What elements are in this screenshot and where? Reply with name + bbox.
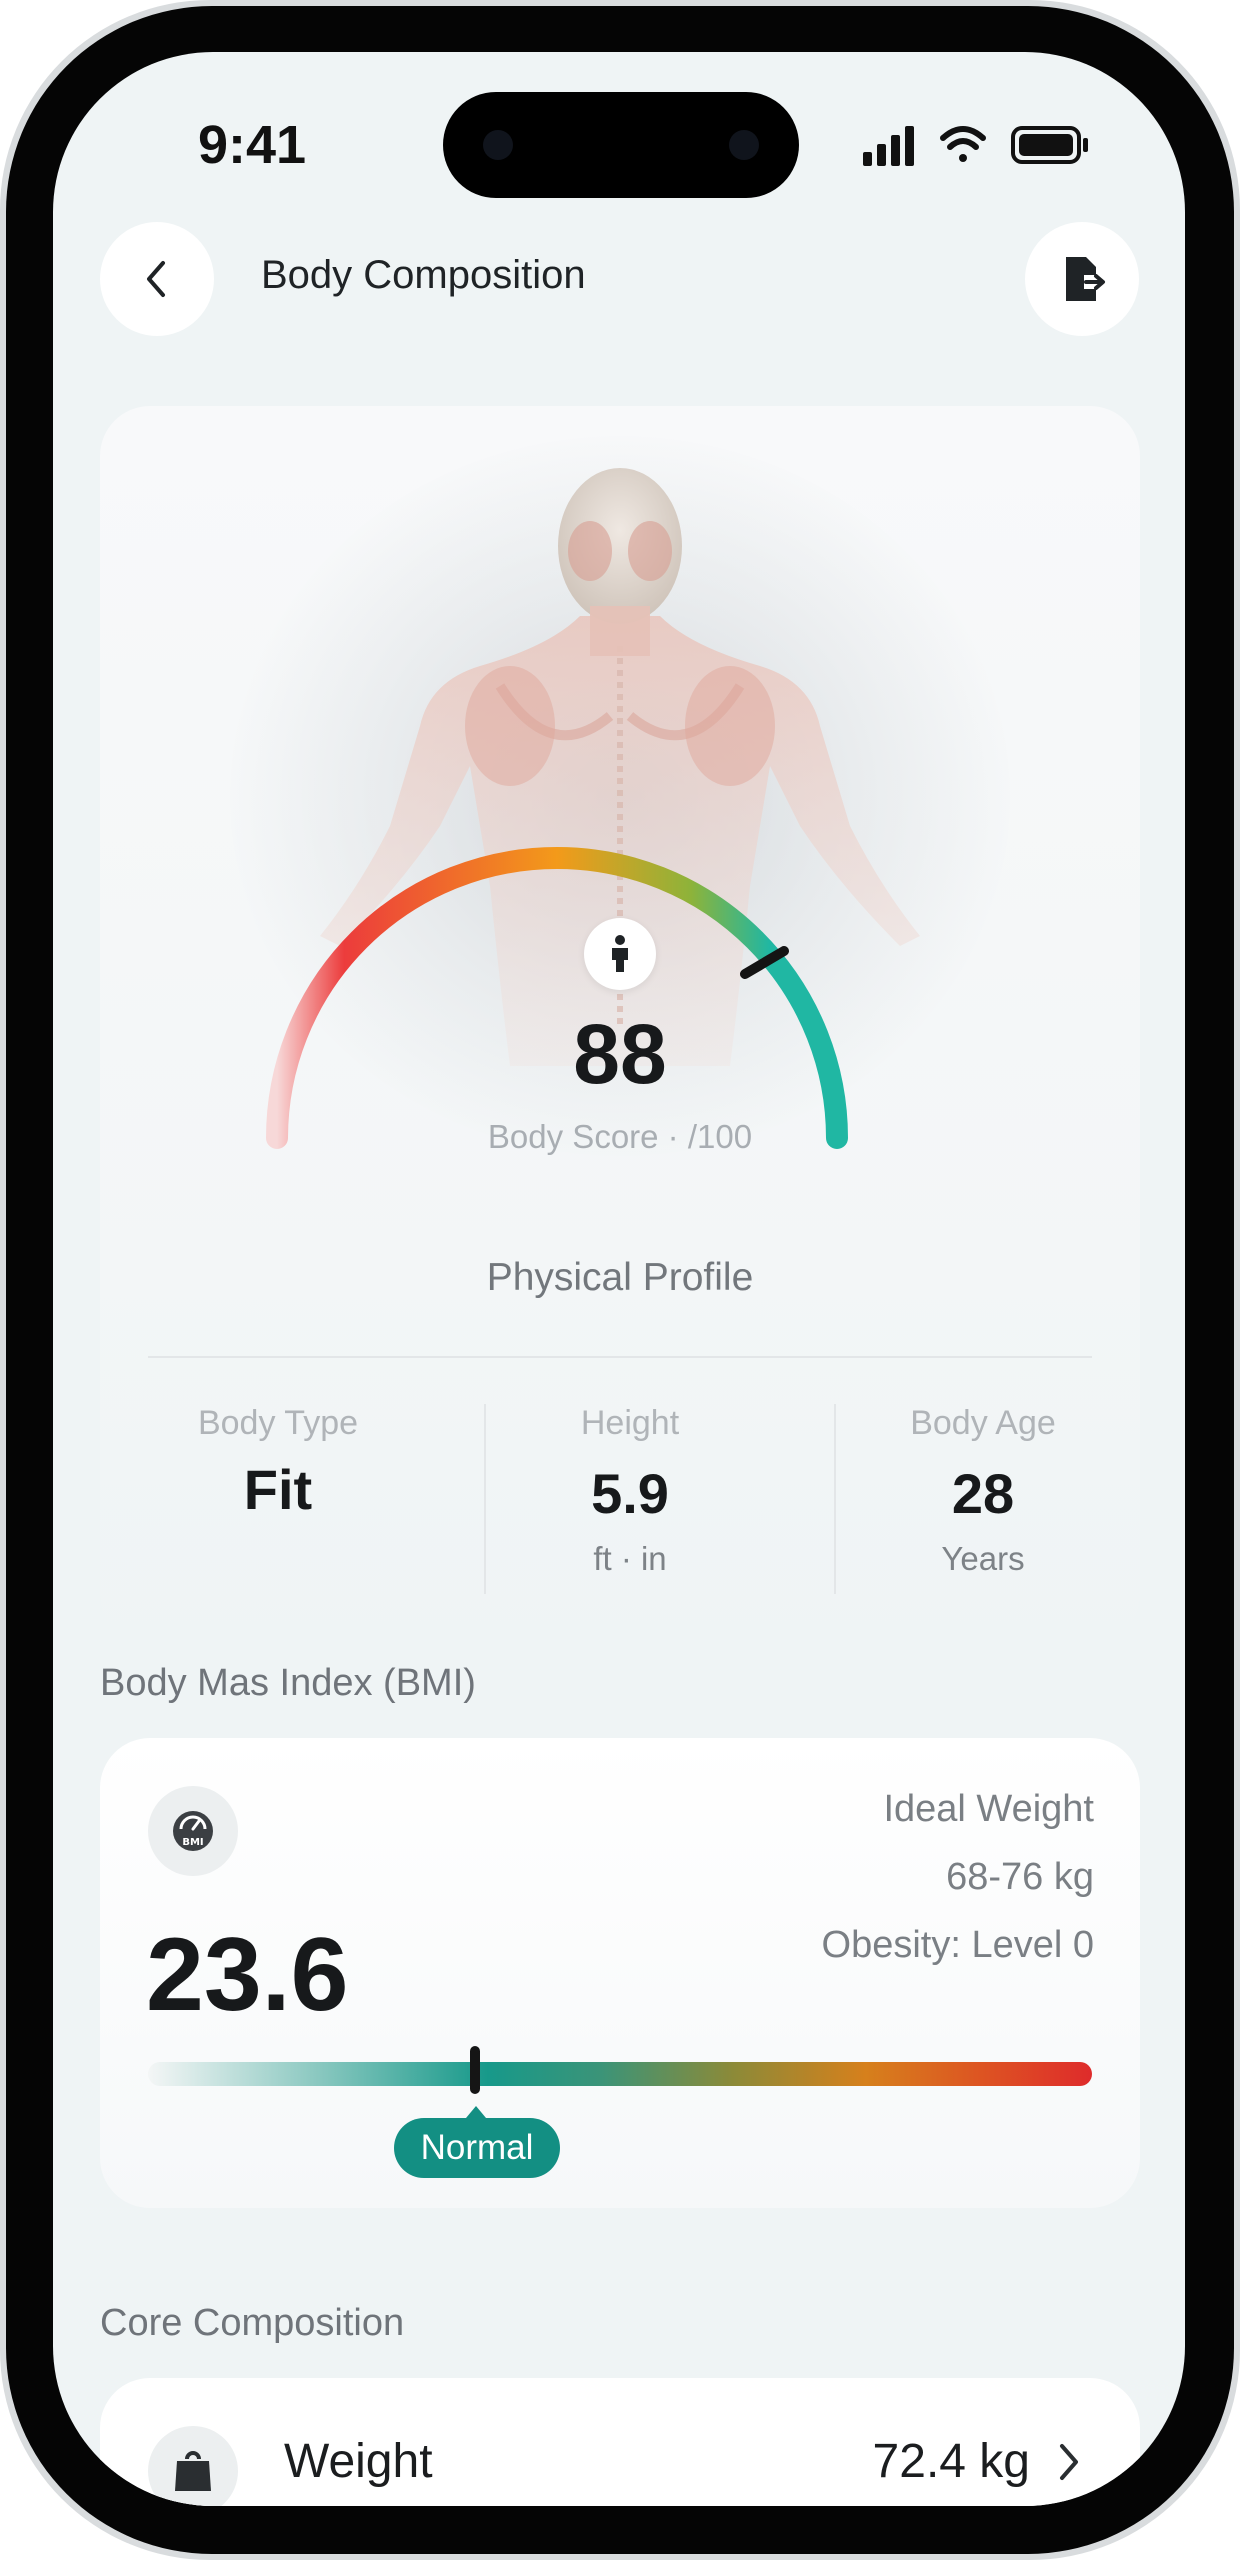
svg-text:BMI: BMI <box>182 1837 203 1848</box>
chevron-right-icon <box>1060 2444 1078 2480</box>
stat-value: 5.9 <box>591 1462 669 1525</box>
ideal-weight-label: Ideal Weight <box>883 1788 1094 1830</box>
bmi-card[interactable]: BMI 23.6 Ideal Weight 68-76 kg Obesity: … <box>100 1738 1140 2208</box>
wifi-icon <box>940 126 986 162</box>
person-icon <box>612 935 628 972</box>
stat-unit: Years <box>941 1540 1025 1577</box>
stat-label: Height <box>580 1404 680 1442</box>
obesity-level: Obesity: Level 0 <box>821 1924 1094 1966</box>
bmi-icon-badge: BMI <box>148 1786 238 1876</box>
bmi-scale-bar <box>148 2062 1092 2086</box>
app-screen: 9:41 Body Composition 88 Body Score · /1… <box>53 52 1185 2506</box>
weight-row[interactable]: Weight 72.4 kg <box>100 2378 1140 2506</box>
stat-value: Fit <box>243 1458 313 1521</box>
core-section-label: Core Composition <box>100 2302 405 2344</box>
camera-dot <box>483 130 513 160</box>
bmi-status-pointer <box>466 2106 486 2118</box>
bmi-gauge-icon: BMI <box>173 1811 213 1851</box>
signal-icon <box>863 126 914 166</box>
stat-body-age: Body Age 28 Years <box>853 1404 1113 1578</box>
bmi-scale-marker <box>470 2046 480 2094</box>
bmi-status-badge: Normal <box>394 2118 560 2178</box>
weight-label: Weight <box>284 2435 433 2488</box>
export-button[interactable] <box>1025 222 1139 336</box>
weight-icon-badge <box>148 2426 238 2506</box>
stat-body-type: Body Type Fit <box>148 1404 408 1522</box>
body-score-card: 88 Body Score · /100 Physical Profile Bo… <box>100 406 1140 1646</box>
bmi-section-label: Body Mas Index (BMI) <box>100 1662 476 1704</box>
profile-divider <box>148 1356 1092 1358</box>
stat-label: Body Age <box>910 1404 1056 1442</box>
status-time: 9:41 <box>198 115 307 175</box>
body-score-label: Body Score · /100 <box>487 1118 753 1155</box>
stat-separator <box>484 1404 486 1594</box>
weight-bag-icon <box>175 2451 211 2491</box>
file-export-icon <box>1066 257 1105 301</box>
gauge-center-badge <box>584 918 656 990</box>
chevron-left-icon <box>147 261 165 297</box>
weight-value: 72.4 kg <box>872 2435 1030 2488</box>
sensor-dot <box>729 130 759 160</box>
status-icons <box>863 126 1088 166</box>
dynamic-island <box>443 92 799 198</box>
stat-label: Body Type <box>197 1404 359 1442</box>
stat-height: Height 5.9 ft · in <box>500 1404 760 1578</box>
ideal-weight-value: 68-76 kg <box>946 1856 1094 1898</box>
back-button[interactable] <box>100 222 214 336</box>
physical-profile-title: Physical Profile <box>486 1256 754 1299</box>
battery-icon <box>1011 126 1088 164</box>
stat-value: 28 <box>951 1462 1015 1525</box>
stat-separator <box>834 1404 836 1594</box>
body-score-value: 88 <box>573 1007 667 1101</box>
stat-unit: ft · in <box>593 1540 667 1577</box>
page-title: Body Composition <box>261 253 586 297</box>
bmi-value: 23.6 <box>146 1917 349 2033</box>
